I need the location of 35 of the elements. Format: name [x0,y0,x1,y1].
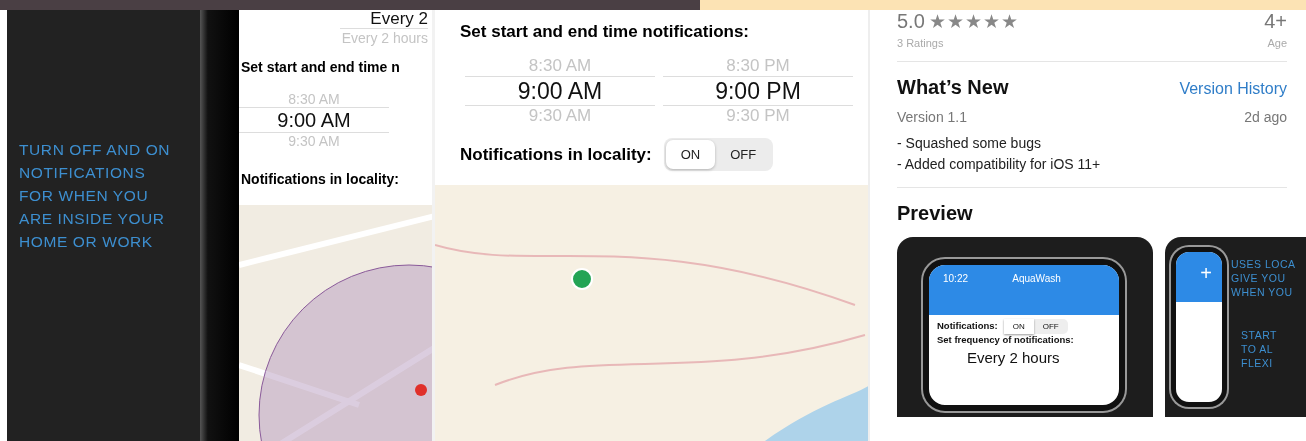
age-label: Age [1267,37,1287,49]
segment-option[interactable]: OFF [1033,319,1068,334]
segment-option[interactable]: ON [665,140,716,169]
toggle-label: Notifications: [937,320,998,331]
star-rating: ★★★★★ [928,10,1018,33]
toggle-label: Notifications in locality: [460,144,652,165]
segment-option[interactable]: OFF [715,140,772,169]
section-heading: Set start and end time notifications: [460,22,751,42]
picker-selected-option: Every 2 hours [967,349,1060,366]
preview-screenshot[interactable]: + USES LOCA GIVE YOU WHEN YOU START TO AL FLEXI [1165,237,1306,417]
caption-text: TURN OFF AND ON NOTIFICATIONS FOR WHEN YOU ARE INSIDE YOUR HOME OR WORK [19,140,171,252]
picker-selected-option[interactable]: 9:00 PM [663,76,853,106]
picker-selected-option[interactable]: Every 2 [340,10,428,29]
section-title: Preview [897,202,974,225]
section-heading: Set start and end time n [241,59,401,75]
release-note: - Squashed some bugs [897,134,1042,153]
version-label: Version 1.1 [897,109,968,125]
version-history-link[interactable]: Version History [1179,80,1287,98]
add-button[interactable]: + [1200,262,1212,284]
app-title: AquaWash [1012,273,1061,286]
caption-text: USES LOCA GIVE YOU WHEN YOU [1231,257,1296,299]
age-rating: 4+ [1264,10,1287,33]
picker-selected-option[interactable]: 9:00 AM [465,76,655,106]
segment-option[interactable]: ON [1003,319,1034,334]
status-time: 10:22 [943,273,969,286]
section-heading: Set frequency of notifications: [937,334,1074,345]
section-title: What’s New [897,76,1009,99]
toggle-label: Notifications in locality: [241,171,400,187]
ratings-count: 3 Ratings [897,37,944,49]
release-note: - Added compatibility for iOS 11+ [897,155,1102,174]
caption-text: START TO AL FLEXI [1241,328,1277,370]
picker-selected-option[interactable]: 9:00 AM [239,107,389,133]
rating-value: 5.0 [897,10,925,33]
preview-screenshot[interactable]: 10:22 AquaWash Notifications: ON OFF Set frequency of notifications: Every 2 hours [897,237,1153,417]
release-date: 2d ago [1244,109,1287,125]
